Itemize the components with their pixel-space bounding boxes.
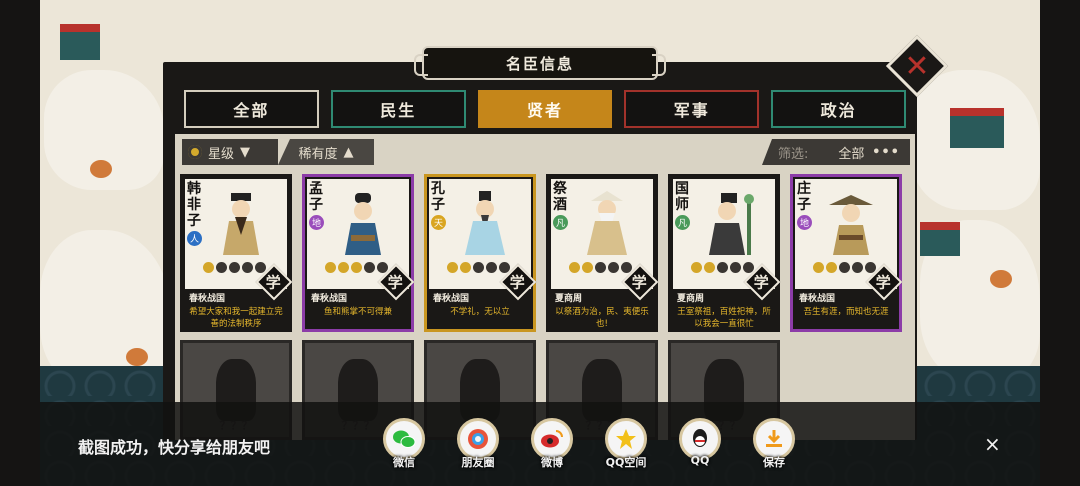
- era-label: 夏商周: [677, 294, 705, 304]
- minister-card-kongzi[interactable]: 孔子 天 学 春秋战国 不学礼，无以立: [424, 174, 537, 332]
- triangle-up-icon: ▲: [343, 144, 354, 160]
- portrait-icon: [709, 193, 754, 255]
- share-weibo-button[interactable]: 微博: [530, 418, 574, 480]
- tree-icon: [90, 160, 112, 178]
- share-label: 朋友圈: [461, 456, 495, 469]
- share-close-button[interactable]: ×: [984, 432, 1001, 456]
- minister-name: 韩非子: [187, 181, 201, 229]
- star-rating: [691, 262, 754, 273]
- building-icon: [60, 24, 100, 60]
- star-rating: [325, 262, 388, 273]
- star-rating: [447, 262, 510, 273]
- close-icon: ✕: [904, 48, 930, 84]
- filter-bar: 星级 ▼ 稀有度 ▲ 筛选: 全部 •••: [180, 139, 910, 165]
- minister-name: 孟子: [309, 181, 323, 213]
- grade-badge: 凡: [553, 215, 568, 230]
- grade-badge: 凡: [675, 215, 690, 230]
- triangle-down-icon: ▼: [240, 144, 251, 160]
- tree-icon: [126, 348, 148, 366]
- save-image-button[interactable]: 保存: [752, 418, 796, 480]
- minister-quote: 鱼和熊掌不可得兼: [323, 307, 392, 317]
- filter-value: 全部: [838, 146, 865, 162]
- minister-card-jijiu[interactable]: 祭酒 凡 学 夏商周 以祭酒为治，民、夷便乐也!: [546, 174, 659, 332]
- tab-military[interactable]: 军事: [624, 90, 760, 128]
- share-label: QQ: [690, 454, 710, 467]
- grade-badge: 地: [309, 215, 324, 230]
- minister-name: 祭酒: [553, 181, 567, 213]
- portrait-icon: [465, 191, 505, 255]
- minister-card-guoshi[interactable]: 国师 凡 学 夏商周 王室祭祖，百姓祀神，所以我会一直很忙: [668, 174, 781, 332]
- minister-name: 国师: [675, 181, 689, 213]
- more-icon: •••: [872, 144, 900, 160]
- share-wechat-button[interactable]: 微信: [382, 418, 426, 480]
- minister-quote: 以祭酒为治，民、夷便乐也!: [555, 307, 649, 329]
- star-rating: [813, 262, 876, 273]
- era-label: 春秋战国: [311, 294, 348, 304]
- grade-badge: 地: [797, 215, 812, 230]
- palace-icon: [950, 108, 1004, 148]
- portrait-icon: [829, 195, 873, 255]
- era-label: 春秋战国: [433, 294, 470, 304]
- minister-card-hanfeizi[interactable]: 韩非子 人 学 春秋战国 希望大家和我一起建立完善的法制秩序: [180, 174, 293, 332]
- share-options: 微信 朋友圈 微博 QQ空间 QQ 保存: [382, 418, 796, 480]
- rarity-sort-label: 稀有度: [298, 146, 338, 162]
- grade-badge: 人: [187, 231, 202, 246]
- minister-quote: 希望大家和我一起建立完善的法制秩序: [189, 307, 283, 329]
- share-label: 微博: [541, 456, 563, 469]
- rarity-sort-button[interactable]: 稀有度 ▲: [278, 139, 374, 165]
- tree-icon: [990, 270, 1012, 288]
- minister-quote: 吾生有涯，而知也无涯: [803, 307, 889, 317]
- category-tabs: 全部 民生 贤者 军事 政治: [184, 90, 906, 130]
- minister-card-zhuangzi[interactable]: 庄子 地 学 春秋战国 吾生有涯，而知也无涯: [790, 174, 903, 332]
- tab-all[interactable]: 全部: [184, 90, 319, 128]
- minister-name: 庄子: [797, 181, 811, 213]
- minister-name: 孔子: [431, 181, 445, 213]
- building-icon: [920, 222, 960, 256]
- share-qzone-button[interactable]: QQ空间: [604, 418, 648, 480]
- portrait-icon: [223, 193, 259, 255]
- minister-cards: 韩非子 人 学 春秋战国 希望大家和我一起建立完善的法制秩序 孟子 地 学 春秋…: [180, 174, 910, 334]
- era-label: 夏商周: [555, 294, 583, 304]
- portrait-icon: [587, 191, 627, 255]
- share-message: 截图成功，快分享给朋友吧: [78, 438, 271, 457]
- share-moments-button[interactable]: 朋友圈: [456, 418, 500, 480]
- portrait-icon: [345, 193, 381, 255]
- flower-icon: [188, 145, 202, 159]
- era-label: 春秋战国: [189, 294, 226, 304]
- right-edge: [1040, 0, 1080, 486]
- filter-dropdown[interactable]: 筛选: 全部 •••: [762, 139, 910, 165]
- share-label: 微信: [393, 456, 415, 469]
- grade-badge: 天: [431, 215, 446, 230]
- star-rating: [569, 262, 632, 273]
- filter-label: 筛选:: [778, 146, 809, 162]
- star-sort-label: 星级: [208, 146, 235, 162]
- era-label: 春秋战国: [799, 294, 836, 304]
- minister-quote: 王室祭祖，百姓祀神，所以我会一直很忙: [677, 307, 771, 329]
- minister-quote: 不学礼，无以立: [450, 307, 510, 317]
- minister-card-mengzi[interactable]: 孟子 地 学 春秋战国 鱼和熊掌不可得兼: [302, 174, 415, 332]
- star-rating: [203, 262, 266, 273]
- share-label: QQ空间: [605, 456, 647, 469]
- left-edge: [0, 0, 40, 486]
- tab-livelihood[interactable]: 民生: [330, 90, 466, 128]
- star-sort-button[interactable]: 星级 ▼: [182, 139, 278, 165]
- dialog-close-button[interactable]: ✕: [880, 34, 954, 98]
- dialog-title-plate: 名臣信息: [414, 46, 666, 80]
- tab-sages[interactable]: 贤者: [477, 90, 613, 128]
- share-label: 保存: [763, 456, 785, 469]
- dialog-title: 名臣信息: [505, 54, 574, 73]
- share-qq-button[interactable]: QQ: [678, 418, 722, 480]
